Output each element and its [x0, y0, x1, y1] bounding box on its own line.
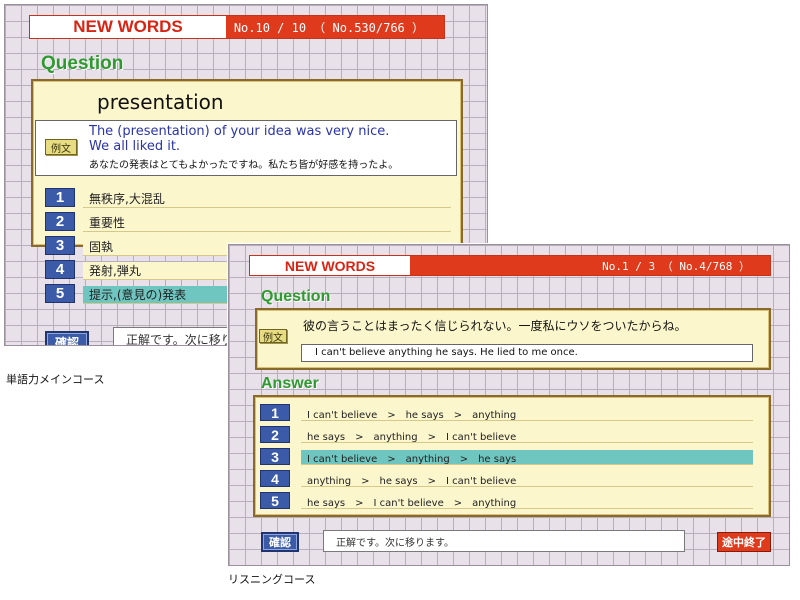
question-label: Question: [261, 288, 331, 305]
choice-number[interactable]: 5: [260, 492, 290, 509]
choice-number[interactable]: 1: [260, 404, 290, 421]
choice-option-selected[interactable]: I can't believe > anything > he says: [301, 450, 753, 465]
confirm-button[interactable]: 確認: [261, 532, 299, 552]
example-english-line1: The (presentation) of your idea was very…: [89, 124, 390, 139]
answer-label: Answer: [261, 375, 319, 392]
example-button[interactable]: 例文: [259, 329, 287, 344]
choice-number[interactable]: 2: [45, 212, 75, 231]
header-bar: NEW WORDS No.10 / 10 （ No.530/766 ）: [29, 15, 445, 39]
choice-option[interactable]: he says > I can't believe > anything: [301, 494, 753, 509]
header-bar: NEW WORDS No.1 / 3 （ No.4/768 ）: [249, 255, 771, 276]
choice-option[interactable]: 重要性: [83, 214, 451, 232]
choice-number[interactable]: 2: [260, 426, 290, 443]
quit-button[interactable]: 途中終了: [717, 532, 771, 552]
header-title: NEW WORDS: [30, 16, 226, 38]
header-count: No.10 / 10 （ No.530/766 ）: [226, 16, 444, 38]
example-japanese: あなたの発表はとてもよかったですね。私たち皆が好感を持ったよ。: [89, 160, 399, 171]
question-english: I can't believe anything he says. He lie…: [315, 347, 578, 358]
example-button[interactable]: 例文: [45, 139, 77, 155]
status-message: 正解です。次に移ります。: [323, 530, 685, 552]
example-english-line2: We all liked it.: [89, 139, 181, 154]
confirm-button[interactable]: 確認: [45, 331, 89, 345]
listening-course-screen: NEW WORDS No.1 / 3 （ No.4/768 ） Question…: [228, 244, 790, 566]
question-word: presentation: [97, 90, 224, 114]
choice-option[interactable]: 無秩序,大混乱: [83, 190, 451, 208]
choice-number[interactable]: 3: [260, 448, 290, 465]
choice-number[interactable]: 5: [45, 284, 75, 303]
listening-course-caption: リスニングコース: [228, 573, 316, 586]
choice-number[interactable]: 3: [45, 236, 75, 255]
question-label: Question: [41, 53, 124, 74]
vocab-course-caption: 単語力メインコース: [6, 373, 105, 386]
question-japanese: 彼の言うことはまったく信じられない。一度私にウソをついたからね。: [303, 319, 687, 333]
header-title: NEW WORDS: [250, 256, 410, 275]
choice-number[interactable]: 4: [260, 470, 290, 487]
choice-number[interactable]: 4: [45, 260, 75, 279]
choice-option[interactable]: anything > he says > I can't believe: [301, 472, 753, 487]
header-count: No.1 / 3 （ No.4/768 ）: [410, 256, 770, 275]
choice-number[interactable]: 1: [45, 188, 75, 207]
choice-option[interactable]: he says > anything > I can't believe: [301, 428, 753, 443]
choice-option[interactable]: I can't believe > he says > anything: [301, 406, 753, 421]
